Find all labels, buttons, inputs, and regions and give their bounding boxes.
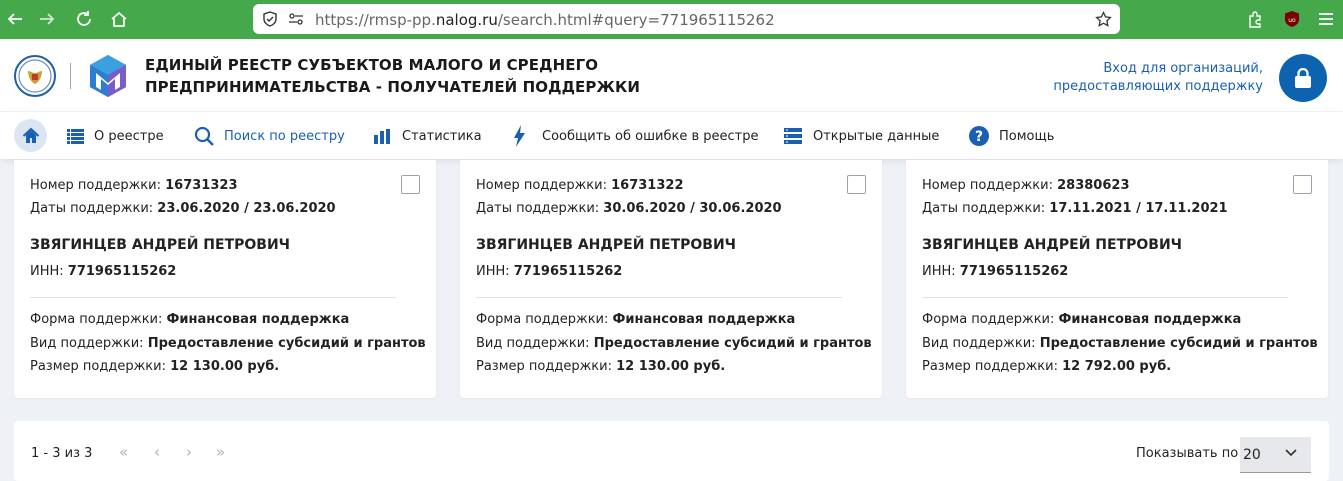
support-size: Размер поддержки: 12 130.00 руб. [476, 359, 726, 374]
back-icon[interactable] [4, 8, 26, 30]
card-divider [922, 297, 1288, 298]
home-icon [22, 127, 39, 143]
extensions-icon[interactable] [1244, 8, 1266, 30]
menu-icon[interactable] [1315, 8, 1337, 30]
recipient-name[interactable]: ЗВЯГИНЦЕВ АНДРЕЙ ПЕТРОВИЧ [922, 237, 1182, 253]
nav-item-statistics[interactable]: Статистика [374, 112, 482, 160]
svg-text:uo: uo [1288, 17, 1296, 24]
svg-text:?: ? [975, 129, 983, 145]
nav-item-statistics-label[interactable]: Статистика [402, 129, 482, 144]
recipient-inn: ИНН: 771965115262 [30, 264, 177, 279]
support-dates: Даты поддержки: 17.11.2021 / 17.11.2021 [922, 201, 1228, 216]
support-card: Номер поддержки: 16731322 Даты поддержки… [460, 160, 882, 398]
support-kind: Вид поддержки: Предоставление субсидий и… [922, 336, 1318, 351]
support-kind: Вид поддержки: Предоставление субсидий и… [30, 336, 426, 351]
nav-item-search-label[interactable]: Поиск по реестру [224, 129, 345, 144]
nav-item-about-label[interactable]: О реестре [94, 129, 164, 144]
nav-item-help[interactable]: ? Помощь [969, 112, 1054, 160]
support-kind: Вид поддержки: Предоставление субсидий и… [476, 336, 872, 351]
recipient-inn: ИНН: 771965115262 [476, 264, 623, 279]
site-header: ЕДИНЫЙ РЕЕСТР СУБЪЕКТОВ МАЛОГО И СРЕДНЕГ… [0, 39, 1343, 111]
support-card: Номер поддержки: 28380623 Даты поддержки… [906, 160, 1328, 398]
shield-icon[interactable] [262, 11, 278, 27]
card-divider [30, 297, 396, 298]
support-size: Размер поддержки: 12 792.00 руб. [922, 359, 1172, 374]
lightning-icon [514, 125, 525, 147]
msp-logo-icon[interactable] [88, 53, 128, 99]
home-nav-button[interactable] [14, 119, 47, 152]
reload-icon[interactable] [73, 8, 95, 30]
home-icon[interactable] [108, 8, 130, 30]
ublock-icon[interactable]: uo [1281, 8, 1303, 30]
next-page-button[interactable]: › [186, 443, 192, 461]
card-select-checkbox[interactable] [847, 175, 866, 194]
org-login-line2[interactable]: предоставляющих поддержку [1053, 78, 1263, 96]
nav-item-help-label[interactable]: Помощь [999, 129, 1054, 144]
card-select-checkbox[interactable] [1293, 175, 1312, 194]
last-page-button[interactable]: » [216, 443, 225, 461]
support-form: Форма поддержки: Финансовая поддержка [476, 312, 796, 327]
support-number: Номер поддержки: 16731322 [476, 178, 684, 193]
nav-item-report-error-label[interactable]: Сообщить об ошибке в реестре [542, 129, 758, 144]
site-title: ЕДИНЫЙ РЕЕСТР СУБЪЕКТОВ МАЛОГО И СРЕДНЕГ… [145, 54, 640, 98]
bookmark-star-icon[interactable] [1095, 10, 1112, 27]
org-login-link[interactable]: Вход для организаций, предоставляющих по… [1053, 60, 1263, 96]
prev-page-button[interactable]: ‹ [154, 443, 160, 461]
page-size-label: Показывать по [1136, 446, 1239, 461]
card-divider [476, 297, 842, 298]
support-card: Номер поддержки: 16731323 Даты поддержки… [14, 160, 436, 398]
site-title-line1: ЕДИНЫЙ РЕЕСТР СУБЪЕКТОВ МАЛОГО И СРЕДНЕГ… [145, 56, 599, 74]
results-count: 1 - 3 из 3 [31, 446, 93, 461]
support-form: Форма поддержки: Финансовая поддержка [30, 312, 350, 327]
org-login-line1[interactable]: Вход для организаций, [1053, 60, 1263, 78]
nav-item-about[interactable]: О реестре [67, 112, 164, 160]
pagination-bar: 1 - 3 из 3 « ‹ › » Показывать по 20 [14, 421, 1329, 481]
main-nav: О реестре Поиск по реестру Статистика Со… [0, 111, 1343, 159]
database-icon [784, 128, 802, 144]
search-icon [194, 126, 214, 146]
login-lock-button[interactable] [1279, 54, 1327, 102]
bar-chart-icon [374, 128, 392, 144]
forward-icon[interactable] [36, 8, 58, 30]
support-size: Размер поддержки: 12 130.00 руб. [30, 359, 280, 374]
support-number: Номер поддержки: 28380623 [922, 178, 1130, 193]
recipient-inn: ИНН: 771965115262 [922, 264, 1069, 279]
support-form: Форма поддержки: Финансовая поддержка [922, 312, 1242, 327]
page-size-value[interactable]: 20 [1243, 447, 1261, 463]
logo-divider [70, 63, 71, 89]
site-title-line2: ПРЕДПРИНИМАТЕЛЬСТВА - ПОЛУЧАТЕЛЕЙ ПОДДЕР… [145, 78, 640, 96]
url-text[interactable]: https://rmsp-pp.nalog.ru/search.html#que… [315, 11, 775, 29]
site-permissions-icon[interactable] [288, 11, 304, 27]
support-dates: Даты поддержки: 23.06.2020 / 23.06.2020 [30, 201, 336, 216]
chevron-down-icon [1285, 449, 1297, 457]
nav-item-report-error[interactable]: Сообщить об ошибке в реестре [514, 112, 758, 160]
page-size-select[interactable]: 20 [1240, 437, 1311, 473]
recipient-name[interactable]: ЗВЯГИНЦЕВ АНДРЕЙ ПЕТРОВИЧ [30, 237, 290, 253]
address-bar[interactable]: https://rmsp-pp.nalog.ru/search.html#que… [253, 4, 1120, 34]
help-icon: ? [969, 126, 989, 146]
card-select-checkbox[interactable] [401, 175, 420, 194]
support-number: Номер поддержки: 16731323 [30, 178, 238, 193]
list-icon [67, 128, 84, 144]
nav-item-open-data-label[interactable]: Открытые данные [813, 129, 939, 144]
lock-icon [1295, 68, 1311, 88]
fns-emblem-icon[interactable] [14, 55, 56, 97]
first-page-button[interactable]: « [119, 443, 128, 461]
support-dates: Даты поддержки: 30.06.2020 / 30.06.2020 [476, 201, 782, 216]
recipient-name[interactable]: ЗВЯГИНЦЕВ АНДРЕЙ ПЕТРОВИЧ [476, 237, 736, 253]
nav-item-open-data[interactable]: Открытые данные [784, 112, 939, 160]
nav-item-search[interactable]: Поиск по реестру [194, 112, 345, 160]
browser-toolbar: https://rmsp-pp.nalog.ru/search.html#que… [0, 0, 1343, 39]
